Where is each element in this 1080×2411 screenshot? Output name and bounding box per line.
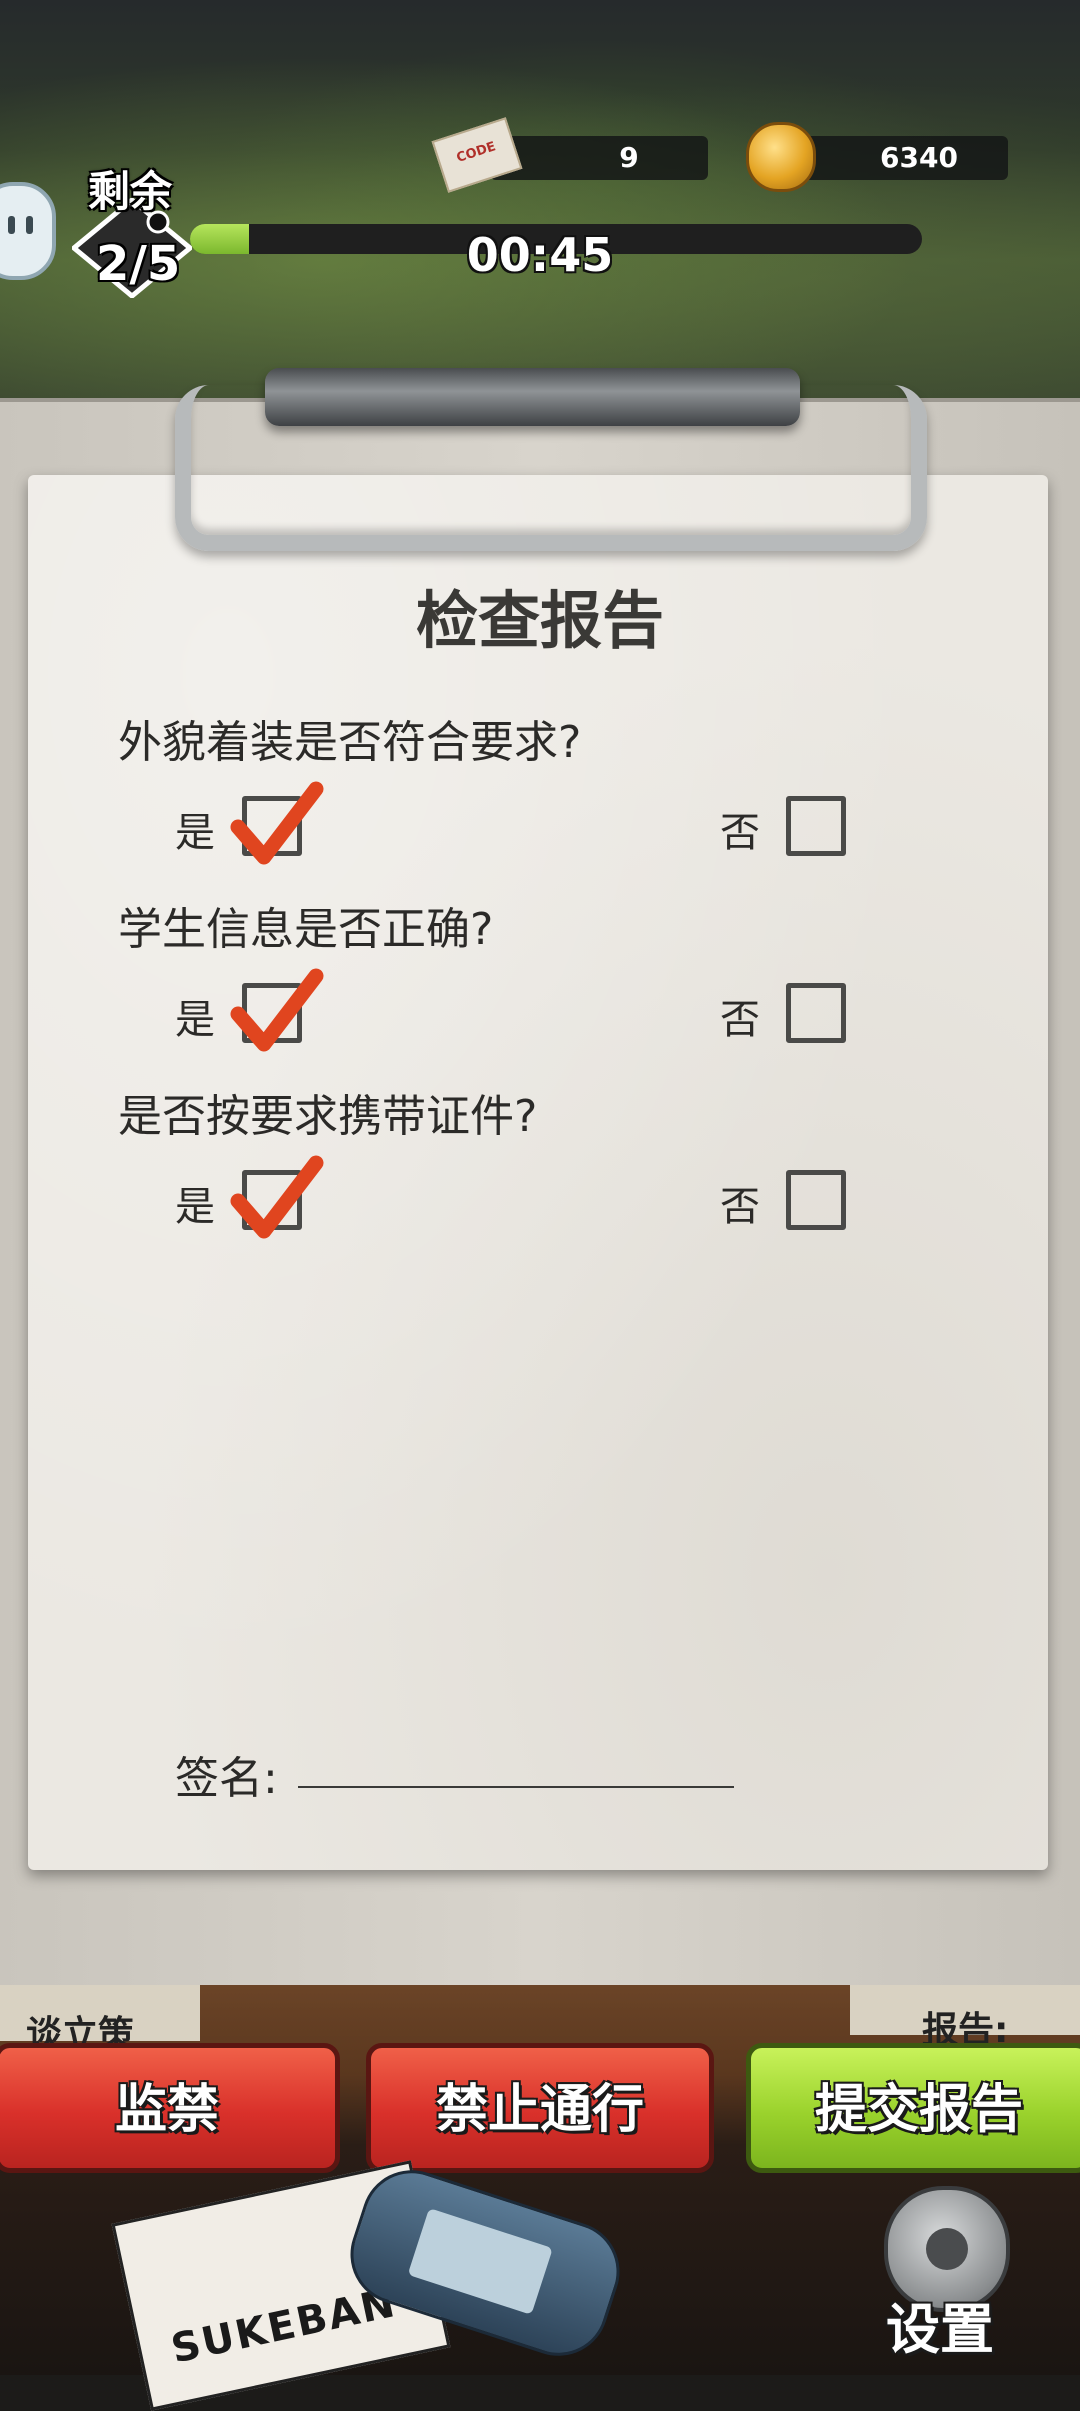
report-paper <box>28 475 1048 1870</box>
q3-no-label: 否 <box>720 1184 760 1230</box>
coin-icon <box>746 122 816 192</box>
magazine-title: SUKEBAN <box>167 2280 401 2373</box>
q1-yes-label: 是 <box>175 810 215 856</box>
remaining-count: 2/5 <box>96 236 181 292</box>
submit-report-button[interactable]: 提交报告 <box>746 2043 1080 2173</box>
desk-document-left: 谈立策 <box>0 1985 200 2055</box>
remaining-label: 剩余 <box>88 167 173 216</box>
signature-line[interactable] <box>298 1786 734 1788</box>
time-progress-fill <box>190 224 249 254</box>
console-screen <box>407 2208 553 2315</box>
question-1-text: 外貌着装是否符合要求? <box>118 717 582 768</box>
deny-entry-button[interactable]: 禁止通行 <box>366 2043 714 2173</box>
coin-counter: 6340 <box>790 136 1008 180</box>
signature-label: 签名: <box>175 1753 278 1804</box>
clipboard-clip-bar <box>265 368 800 426</box>
q3-no-checkbox[interactable] <box>786 1170 846 1230</box>
code-counter: 9 <box>490 136 708 180</box>
settings-button[interactable]: 设置 <box>858 2180 1028 2361</box>
q1-no-label: 否 <box>720 810 760 856</box>
countdown-timer: 00:45 <box>466 228 614 282</box>
desk-document-right: 报告: <box>850 1985 1080 2051</box>
q1-no-checkbox[interactable] <box>786 796 846 856</box>
question-3-text: 是否按要求携带证件? <box>118 1091 538 1142</box>
q1-check-icon <box>230 781 324 865</box>
settings-label: 设置 <box>886 2298 994 2361</box>
q2-yes-label: 是 <box>175 997 215 1043</box>
q2-no-label: 否 <box>720 997 760 1043</box>
report-title: 检查报告 <box>415 584 664 657</box>
q2-check-icon <box>230 968 324 1052</box>
character-peek-icon <box>0 182 56 280</box>
q3-yes-label: 是 <box>175 1184 215 1230</box>
detain-button[interactable]: 监禁 <box>0 2043 340 2173</box>
code-count: 9 <box>619 141 639 174</box>
question-2-text: 学生信息是否正确? <box>118 904 494 955</box>
q3-check-icon <box>230 1155 324 1239</box>
coin-count: 6340 <box>880 141 958 174</box>
q2-no-checkbox[interactable] <box>786 983 846 1043</box>
